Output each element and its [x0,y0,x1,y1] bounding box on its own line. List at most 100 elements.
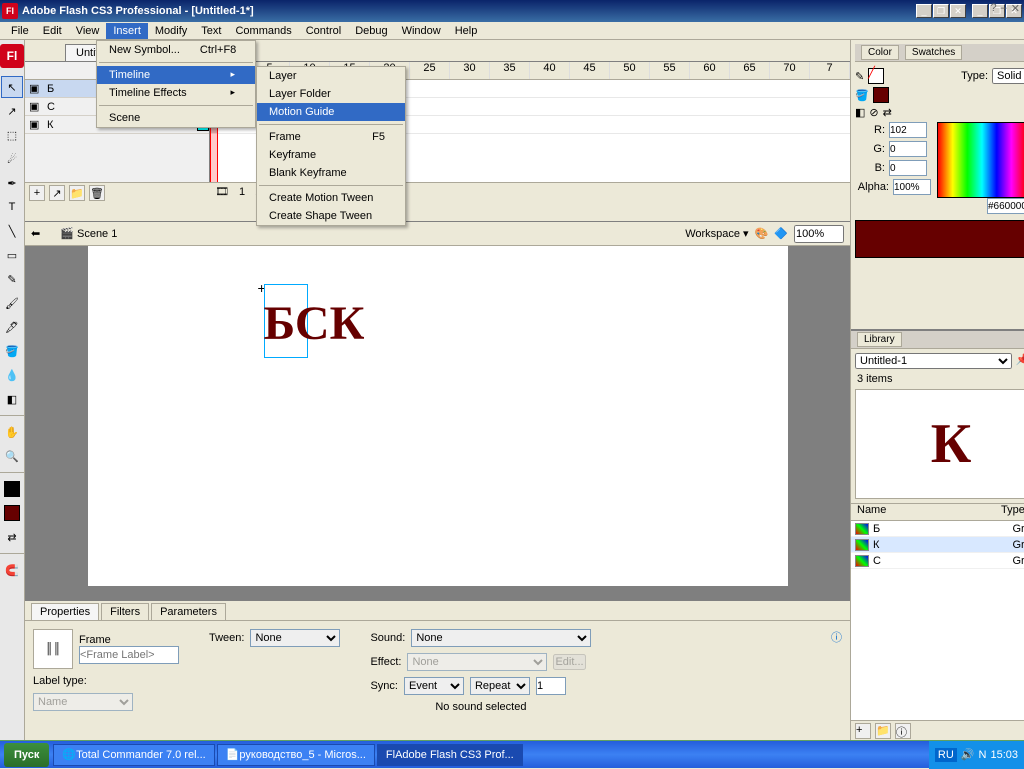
library-item[interactable]: КGraphic [851,537,1024,553]
submenu-frame[interactable]: FrameF5 [257,128,405,146]
info-icon[interactable]: ⓘ [831,632,842,644]
edit-symbols-icon[interactable]: 🔷 [774,227,788,240]
tab-swatches[interactable]: Swatches [905,45,962,60]
minimize-button[interactable]: _ [916,4,932,18]
nocolor-icon[interactable]: ⊘ [869,106,878,119]
fill-type-select[interactable]: Solid [992,68,1024,84]
help-icon[interactable]: ? [991,2,997,15]
new-guide-button[interactable]: ↗ [49,185,65,201]
sync-event-select[interactable]: Event [404,677,464,695]
menu-help[interactable]: Help [448,23,485,39]
library-item[interactable]: БGraphic [851,521,1024,537]
back-icon[interactable]: ⬅ [31,227,40,240]
fill-swatch[interactable] [873,87,889,103]
menu-scene[interactable]: Scene [97,109,255,127]
properties-close-icon[interactable]: ✕ [1011,2,1020,15]
pen-tool[interactable]: ✒ [1,172,23,194]
fill-color-tool[interactable] [1,502,23,524]
properties-button[interactable]: ⓘ [895,723,911,739]
bw-icon[interactable]: ◧ [855,106,865,119]
label-type-select[interactable]: Name [33,693,133,711]
submenu-keyframe[interactable]: Keyframe [257,146,405,164]
hex-input[interactable] [987,198,1024,214]
submenu-layer-folder[interactable]: Layer Folder [257,85,405,103]
new-folder-button[interactable]: 📁 [875,723,891,739]
sync-count-input[interactable] [536,677,566,695]
doc-minimize-button[interactable]: _ [972,4,988,18]
taskbar-item[interactable]: 📄 руководство_5 - Micros... [217,744,375,766]
tab-filters[interactable]: Filters [101,603,149,620]
brush-tool[interactable]: 🖌 [1,292,23,314]
lang-icon[interactable]: RU [935,748,957,762]
taskbar-item[interactable]: 🌐 Total Commander 7.0 rel... [53,744,214,766]
menu-view[interactable]: View [69,23,107,39]
tab-library[interactable]: Library [857,332,902,347]
tray-icon[interactable]: N [979,749,987,761]
fill-icon[interactable]: 🪣 [855,89,869,102]
lasso-tool[interactable]: ☄ [1,148,23,170]
submenu-layer[interactable]: Layer [257,67,405,85]
menu-timeline[interactable]: Timeline [97,66,255,84]
start-button[interactable]: Пуск [4,743,49,767]
close-button[interactable]: ✕ [950,4,966,18]
tray-icon[interactable]: 🔊 [961,748,975,761]
restore-button[interactable]: ❐ [933,4,949,18]
zoom-tool[interactable]: 🔍 [1,445,23,467]
submenu-create-motion-tween[interactable]: Create Motion Tween [257,189,405,207]
subselection-tool[interactable]: ↗ [1,100,23,122]
snap-tool[interactable]: 🧲 [1,559,23,581]
stroke-swatch[interactable]: ╱ [868,68,884,84]
library-item[interactable]: СGraphic [851,553,1024,569]
menu-file[interactable]: File [4,23,36,39]
zoom-input[interactable] [794,225,844,243]
color-spectrum[interactable] [937,122,1024,198]
line-tool[interactable]: ╲ [1,220,23,242]
sound-select[interactable]: None [411,629,591,647]
menu-window[interactable]: Window [395,23,448,39]
alpha-input[interactable] [893,179,931,195]
sync-repeat-select[interactable]: Repeat [470,677,530,695]
submenu-create-shape-tween[interactable]: Create Shape Tween [257,207,405,225]
eyedropper-tool[interactable]: 💧 [1,364,23,386]
tab-color[interactable]: Color [861,45,899,60]
scene-name[interactable]: Scene 1 [77,228,117,240]
edit-scene-icon[interactable]: 🎨 [755,227,769,240]
menu-text[interactable]: Text [194,23,228,39]
free-transform-tool[interactable]: ⬚ [1,124,23,146]
delete-layer-button[interactable]: 🗑 [89,185,105,201]
stage[interactable]: + БСК [88,246,788,586]
taskbar-item[interactable]: Fl Adobe Flash CS3 Prof... [377,744,523,766]
submenu-motion-guide[interactable]: Motion Guide [257,103,405,121]
clock[interactable]: 15:03 [990,749,1018,761]
system-tray[interactable]: RU 🔊 N 15:03 [929,741,1024,769]
library-doc-select[interactable]: Untitled-1 [855,353,1012,369]
frame-label-input[interactable] [79,646,179,664]
effect-select[interactable]: None [407,653,547,671]
pin-icon[interactable]: 📌 [1016,353,1024,369]
rectangle-tool[interactable]: ▭ [1,244,23,266]
text-tool[interactable]: T [1,196,23,218]
selection-tool[interactable]: ↖ [1,76,23,98]
tab-properties[interactable]: Properties [31,603,99,620]
new-folder-button[interactable]: 📁 [69,185,85,201]
g-input[interactable] [889,141,927,157]
menu-debug[interactable]: Debug [348,23,394,39]
stage-text[interactable]: БСК [264,296,365,351]
menu-edit[interactable]: Edit [36,23,69,39]
new-layer-button[interactable]: + [29,185,45,201]
tween-select[interactable]: None [250,629,340,647]
menu-new-symbol[interactable]: New Symbol...Ctrl+F8 [97,41,255,59]
menu-commands[interactable]: Commands [228,23,298,39]
eraser-tool[interactable]: ◧ [1,388,23,410]
swap-colors-tool[interactable]: ⇄ [1,526,23,548]
r-input[interactable] [889,122,927,138]
tab-parameters[interactable]: Parameters [151,603,226,620]
stroke-icon[interactable]: ✎ [855,70,864,83]
b-input[interactable] [889,160,927,176]
menu-modify[interactable]: Modify [148,23,194,39]
properties-collapse-icon[interactable]: – [1001,2,1007,15]
stroke-color-tool[interactable] [1,478,23,500]
edit-effect-button[interactable]: Edit... [553,654,585,670]
pencil-tool[interactable]: ✎ [1,268,23,290]
hand-tool[interactable]: ✋ [1,421,23,443]
